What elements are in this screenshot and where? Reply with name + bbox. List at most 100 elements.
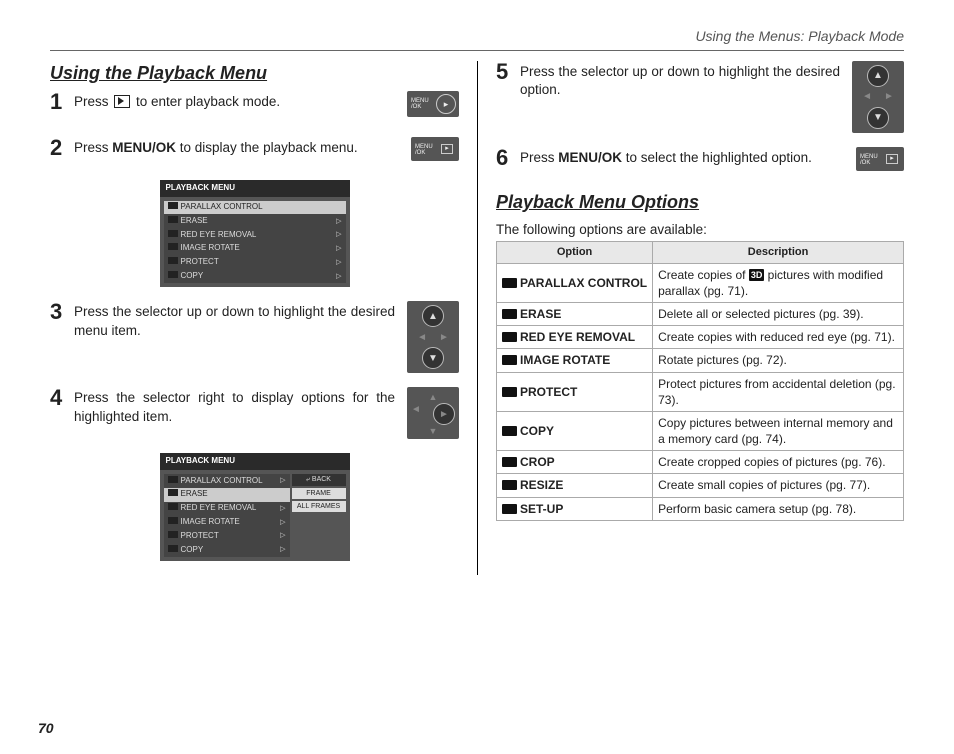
menu-row: RED EYE REMOVAL▷ bbox=[164, 502, 290, 516]
menu-title: PLAYBACK MENU bbox=[160, 180, 350, 197]
left-column: Using the Playback Menu 1 Press to enter… bbox=[50, 61, 477, 575]
dpad-mid: ◄► bbox=[862, 90, 894, 104]
option-desc-cell: Protect pictures from accidental dele­ti… bbox=[653, 372, 904, 411]
option-icon bbox=[502, 426, 517, 436]
option-desc-cell: Create cropped copies of pictures (pg. 7… bbox=[653, 451, 904, 474]
step-1-graphic: MENU /OK ▸ bbox=[407, 91, 459, 122]
step-number: 4 bbox=[50, 387, 68, 409]
step-3-graphic: ▲ ◄► ▼ bbox=[407, 301, 459, 373]
option-desc-cell: Delete all or selected pictures (pg. 39)… bbox=[653, 302, 904, 325]
step-number: 3 bbox=[50, 301, 68, 323]
page-number: 70 bbox=[38, 720, 54, 736]
menu-row: PARALLAX CONTROL▷ bbox=[164, 201, 346, 215]
step-6-text: Press MENU/OK to select the high­lighted… bbox=[520, 147, 844, 167]
table-row: RESIZECreate small copies of pictures (p… bbox=[497, 474, 904, 497]
menu-row: PARALLAX CONTROL▷ bbox=[164, 474, 290, 488]
step-6-text-a: Press bbox=[520, 150, 558, 165]
step-2-bold: MENU/OK bbox=[112, 140, 176, 155]
running-header: Using the Menus: Playback Mode bbox=[50, 28, 904, 44]
step-1-text-a: Press bbox=[74, 94, 112, 109]
dpad-up-icon: ▲ bbox=[422, 305, 444, 327]
table-row: RED EYE REMOVALCreate copies with reduce… bbox=[497, 326, 904, 349]
step-1: 1 Press to enter playback mode. MENU /OK… bbox=[50, 91, 459, 122]
step-4-text: Press the selector right to display op­t… bbox=[74, 387, 395, 425]
step-4-graphic: ▲ ◄► ▼ bbox=[407, 387, 459, 439]
table-row: IMAGE ROTATERotate pictures (pg. 72). bbox=[497, 349, 904, 372]
step-2-text-a: Press bbox=[74, 140, 112, 155]
dpad-right-icon: ▲ ◄► ▼ bbox=[407, 387, 459, 439]
option-name-cell: CROP bbox=[497, 451, 653, 474]
step-2-text-b: to display the play­back menu. bbox=[176, 140, 358, 155]
option-name-cell: ERASE bbox=[497, 302, 653, 325]
step-2: 2 Press MENU/OK to display the play­back… bbox=[50, 137, 459, 166]
step-number: 5 bbox=[496, 61, 514, 83]
option-icon bbox=[502, 309, 517, 319]
right-column: 5 Press the selector up or down to highl… bbox=[477, 61, 904, 575]
menu-ok-button-graphic: MENU /OK ▸ bbox=[856, 147, 904, 171]
play-circle-icon: ▸ bbox=[436, 94, 456, 114]
option-name-cell: COPY bbox=[497, 411, 653, 450]
options-intro: The following options are available: bbox=[496, 221, 904, 239]
menu-ok-label: MENU /OK bbox=[415, 144, 433, 156]
menu-row: IMAGE ROTATE▷ bbox=[164, 516, 290, 530]
dpad-up-dim-icon: ▲ bbox=[429, 391, 438, 403]
menu-row: IMAGE ROTATE▷ bbox=[164, 242, 346, 256]
option-icon bbox=[502, 457, 517, 467]
option-name-cell: SET-UP bbox=[497, 497, 653, 520]
table-row: CROPCreate cropped copies of pictures (p… bbox=[497, 451, 904, 474]
step-6-text-b: to select the high­lighted option. bbox=[622, 150, 812, 165]
option-icon bbox=[502, 332, 517, 342]
option-name-cell: PARALLAX CONTROL bbox=[497, 263, 653, 302]
dpad-down-icon: ▼ bbox=[422, 347, 444, 369]
menu-row: PROTECT▷ bbox=[164, 256, 346, 270]
top-rule bbox=[50, 50, 904, 51]
option-icon bbox=[502, 504, 517, 514]
step-1-text: Press to enter playback mode. bbox=[74, 91, 395, 111]
dpad-up-down-icon: ▲ ◄► ▼ bbox=[852, 61, 904, 133]
play-icon bbox=[114, 95, 130, 108]
option-desc-cell: Copy pictures between internal memo­ry a… bbox=[653, 411, 904, 450]
step-number: 1 bbox=[50, 91, 68, 113]
option-icon bbox=[502, 278, 517, 288]
heading-playback-menu-options: Playback Menu Options bbox=[496, 190, 904, 214]
option-desc-cell: Create copies of 3D pictures with modifi… bbox=[653, 263, 904, 302]
heading-using-playback-menu: Using the Playback Menu bbox=[50, 61, 459, 85]
table-row: COPYCopy pictures between internal memo­… bbox=[497, 411, 904, 450]
submenu-item: ⤶ BACK bbox=[292, 474, 346, 485]
dpad-down-icon: ▼ bbox=[867, 107, 889, 129]
step-5-text: Press the selector up or down to highlig… bbox=[520, 61, 840, 99]
play-square-icon: ▸ bbox=[441, 144, 453, 154]
option-name-cell: RESIZE bbox=[497, 474, 653, 497]
option-desc-cell: Create small copies of pictures (pg. 77)… bbox=[653, 474, 904, 497]
step-2-text: Press MENU/OK to display the play­back m… bbox=[74, 137, 399, 157]
option-desc-cell: Perform basic camera setup (pg. 78). bbox=[653, 497, 904, 520]
playback-menu-screenshot-1: PLAYBACK MENU PARALLAX CONTROL▷ERASE▷RED… bbox=[160, 180, 350, 288]
option-name-cell: PROTECT bbox=[497, 372, 653, 411]
dpad-mid: ◄► bbox=[417, 331, 449, 345]
step-number: 6 bbox=[496, 147, 514, 169]
option-icon bbox=[502, 355, 517, 365]
submenu-item: FRAME bbox=[292, 488, 346, 499]
step-5-graphic: ▲ ◄► ▼ bbox=[852, 61, 904, 133]
dpad-right-active-icon: ► bbox=[433, 403, 455, 425]
table-row: ERASEDelete all or selected pictures (pg… bbox=[497, 302, 904, 325]
options-th-desc: Description bbox=[653, 241, 904, 263]
table-row: SET-UPPerform basic camera setup (pg. 78… bbox=[497, 497, 904, 520]
option-name-cell: RED EYE REMOVAL bbox=[497, 326, 653, 349]
dpad-up-down-icon: ▲ ◄► ▼ bbox=[407, 301, 459, 373]
menu-row: COPY▷ bbox=[164, 270, 346, 284]
options-th-option: Option bbox=[497, 241, 653, 263]
option-icon bbox=[502, 480, 517, 490]
menu-ok-button-graphic: MENU /OK ▸ bbox=[411, 137, 459, 161]
option-name-cell: IMAGE ROTATE bbox=[497, 349, 653, 372]
menu-row: ERASE▷ bbox=[164, 214, 346, 228]
play-square-icon: ▸ bbox=[886, 154, 898, 164]
dpad-mid: ◄► bbox=[411, 403, 455, 425]
option-desc-cell: Create copies with reduced red eye (pg. … bbox=[653, 326, 904, 349]
menu-row: PROTECT▷ bbox=[164, 529, 290, 543]
menu-row: ERASE▷ bbox=[164, 488, 290, 502]
step-6-graphic: MENU /OK ▸ bbox=[856, 147, 904, 176]
step-4: 4 Press the selector right to display op… bbox=[50, 387, 459, 439]
step-number: 2 bbox=[50, 137, 68, 159]
menu-row: RED EYE REMOVAL▷ bbox=[164, 228, 346, 242]
